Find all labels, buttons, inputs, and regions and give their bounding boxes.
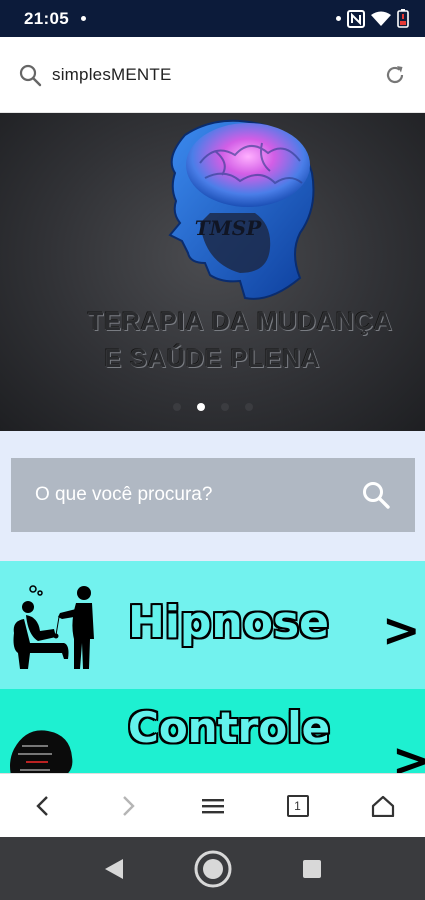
notification-dot-icon bbox=[80, 16, 86, 21]
status-bar: 21:05 bbox=[0, 0, 425, 37]
menu-icon bbox=[201, 798, 224, 813]
logo-text: TMSP bbox=[195, 216, 262, 240]
address-text[interactable]: simplesMENTE bbox=[52, 65, 172, 85]
brain-head-logo-icon: TMSP bbox=[168, 119, 315, 300]
system-recents-icon[interactable] bbox=[301, 858, 323, 880]
menu-card-hipnose[interactable]: Hipnose > bbox=[0, 561, 425, 689]
carousel-dot[interactable] bbox=[244, 403, 253, 411]
site-search-input[interactable]: O que você procura? bbox=[11, 458, 415, 532]
browser-bottom-nav: 1 bbox=[0, 773, 425, 837]
hero-title-line1: TERAPIA DA MUDANÇA bbox=[87, 308, 394, 336]
menu-card-controle-emocional[interactable]: Controle > bbox=[0, 689, 425, 773]
status-time: 21:05 bbox=[24, 8, 69, 28]
menu-card-label: Controle bbox=[128, 703, 331, 752]
head-words-icon bbox=[10, 730, 73, 773]
hypnotherapy-session-icon bbox=[13, 585, 94, 669]
search-placeholder[interactable]: O que você procura? bbox=[35, 484, 212, 506]
system-home-icon[interactable] bbox=[193, 849, 233, 889]
carousel-dot[interactable] bbox=[220, 403, 229, 411]
home-icon bbox=[371, 795, 394, 817]
reload-icon[interactable] bbox=[383, 63, 407, 87]
search-icon[interactable] bbox=[361, 480, 391, 510]
chevron-right-icon: > bbox=[392, 733, 425, 773]
system-back-icon[interactable] bbox=[103, 857, 125, 881]
notification-dot-icon bbox=[336, 16, 341, 21]
browser-address-bar[interactable]: simplesMENTE bbox=[0, 37, 425, 113]
tab-count: 1 bbox=[294, 798, 301, 813]
menu-button[interactable] bbox=[189, 782, 237, 830]
wifi-icon bbox=[371, 11, 391, 26]
carousel-dot[interactable] bbox=[172, 403, 181, 411]
status-icons bbox=[336, 9, 409, 28]
carousel-dots bbox=[0, 403, 425, 411]
site-search-section: O que você procura? bbox=[0, 431, 425, 561]
forward-icon bbox=[122, 795, 135, 816]
hero-banner-carousel[interactable]: TMSP TERAPIA DA MUDANÇA E SAÚDE PLENA bbox=[0, 113, 425, 431]
tabs-icon: 1 bbox=[286, 794, 309, 817]
forward-button[interactable] bbox=[104, 782, 152, 830]
system-nav-bar bbox=[0, 837, 425, 900]
hero-title-line2: E SAÚDE PLENA bbox=[104, 345, 321, 373]
carousel-dot-active[interactable] bbox=[196, 403, 205, 411]
nfc-icon bbox=[347, 9, 365, 28]
tabs-button[interactable]: 1 bbox=[274, 782, 322, 830]
back-icon bbox=[35, 795, 48, 816]
search-icon bbox=[19, 64, 42, 86]
battery-low-icon bbox=[397, 9, 409, 28]
menu-card-label: Hipnose bbox=[128, 597, 329, 648]
chevron-right-icon: > bbox=[382, 603, 421, 657]
home-button[interactable] bbox=[359, 782, 407, 830]
back-button[interactable] bbox=[19, 782, 67, 830]
